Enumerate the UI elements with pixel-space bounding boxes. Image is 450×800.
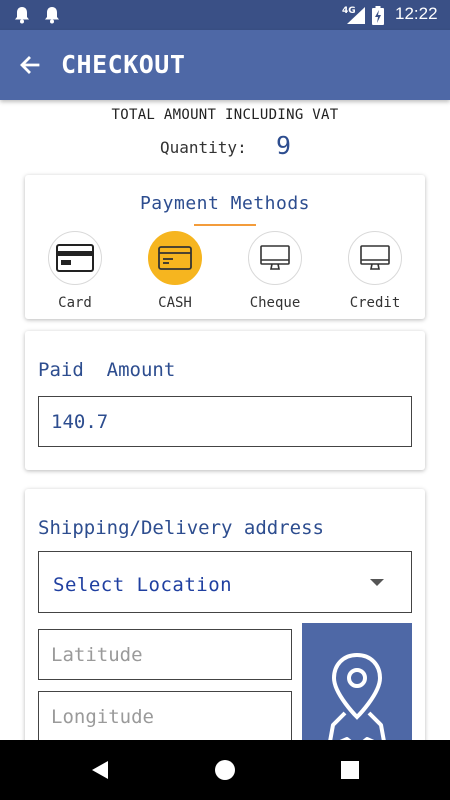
notification-bell-icon — [15, 7, 29, 24]
payment-method-circle — [248, 231, 302, 285]
map-pin-icon — [327, 652, 387, 749]
clock: 12:22 — [395, 4, 438, 23]
nav-recents-icon[interactable] — [338, 758, 362, 782]
dropdown-arrow-icon — [370, 579, 384, 586]
title-underline — [194, 224, 256, 226]
payment-methods-title: Payment Methods — [139, 193, 311, 214]
shipping-card: Shipping/Delivery address Select Locatio… — [25, 489, 425, 779]
back-arrow-icon[interactable] — [18, 53, 42, 77]
payment-methods-card: Payment Methods Card CASH Cheque Credit — [25, 175, 425, 319]
payment-method-credit[interactable]: Credit — [340, 231, 410, 315]
page-title: CHECKOUT — [61, 50, 186, 79]
monitor-icon — [260, 245, 290, 270]
credit-card-icon — [56, 244, 94, 272]
shipping-address-label: Shipping/Delivery address — [38, 517, 324, 539]
payment-method-label: Card — [58, 295, 92, 311]
payment-method-label: Credit — [349, 295, 401, 311]
longitude-input[interactable] — [38, 691, 292, 742]
app-bar: CHECKOUT — [0, 30, 450, 100]
notification-bell-icon — [45, 7, 59, 24]
nav-home-icon[interactable] — [213, 758, 237, 782]
payment-method-cheque[interactable]: Cheque — [240, 231, 310, 315]
paid-amount-card: Paid Amount — [25, 331, 425, 470]
payment-method-circle — [348, 231, 402, 285]
payment-method-cash[interactable]: CASH — [140, 231, 210, 315]
navigation-bar — [0, 740, 450, 800]
location-select[interactable]: Select Location — [38, 551, 412, 613]
paid-amount-label: Paid Amount — [38, 359, 176, 381]
monitor-icon — [360, 245, 390, 270]
location-select-value: Select Location — [53, 574, 233, 596]
payment-method-card[interactable]: Card — [40, 231, 110, 315]
cash-card-icon — [158, 246, 192, 270]
status-bar: 4G 12:22 — [0, 0, 450, 30]
latitude-input[interactable] — [38, 629, 292, 680]
payment-method-circle — [48, 231, 102, 285]
payment-method-circle-selected — [148, 231, 202, 285]
total-amount-label: TOTAL AMOUNT INCLUDING VAT — [111, 107, 339, 123]
signal-icon — [347, 7, 365, 24]
payment-method-label: CASH — [158, 295, 192, 311]
paid-amount-input[interactable] — [38, 396, 412, 447]
battery-charging-icon — [372, 6, 384, 25]
nav-back-icon[interactable] — [88, 758, 112, 782]
quantity-label: Quantity: — [160, 138, 247, 157]
quantity-value: 9 — [276, 131, 292, 160]
payment-method-label: Cheque — [249, 295, 301, 311]
